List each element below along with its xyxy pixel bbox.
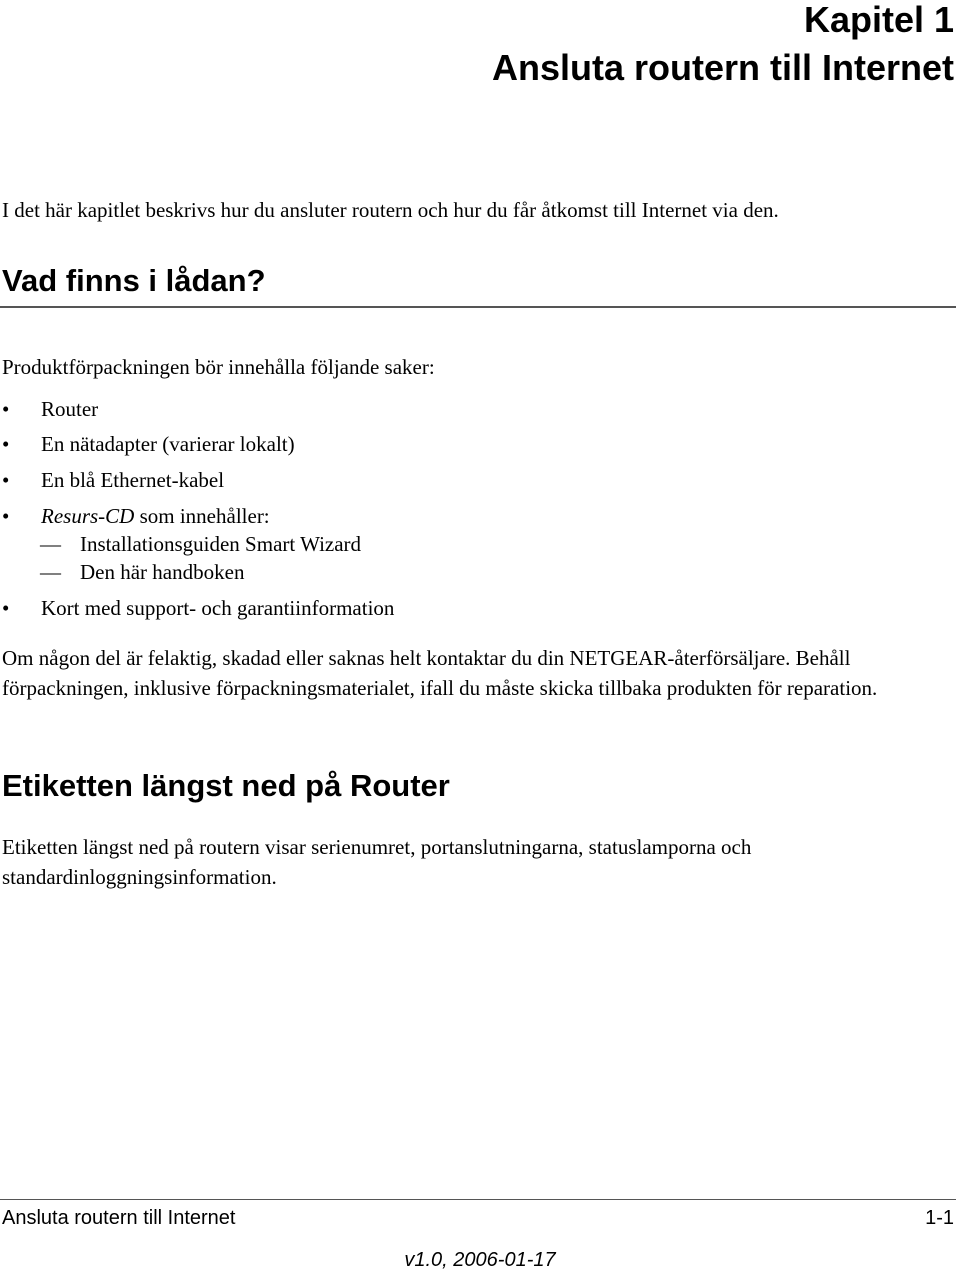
bullet-icon: • (2, 596, 10, 620)
bullet-icon: • (2, 468, 10, 492)
dash-icon: — (40, 560, 61, 584)
list-item-label: En blå Ethernet-kabel (41, 468, 225, 492)
bullet-icon: • (2, 504, 10, 528)
list-item-label: Router (41, 397, 99, 421)
label-paragraph: Etiketten längst ned på routern visar se… (2, 835, 752, 889)
sub-list-item: — Den här handboken (40, 558, 244, 586)
intro-paragraph: I det här kapitlet beskrivs hur du anslu… (2, 198, 779, 222)
footer-page-number: 1-1 (925, 1207, 954, 1229)
section-heading-box-contents: Vad finns i lådan? (2, 263, 266, 298)
section-heading-label: Etiketten längst ned på Router (2, 768, 450, 803)
list-item-label-rest: som innehåller: (134, 504, 270, 528)
bullet-icon: • (2, 432, 10, 456)
footer-chapter-title: Ansluta routern till Internet (2, 1207, 236, 1229)
heading-rule (0, 306, 956, 308)
missing-parts-paragraph: Om någon del är felaktig, skadad eller s… (2, 646, 878, 700)
resurs-cd-label: Resurs-CD (41, 504, 135, 528)
list-item-label: En nätadapter (varierar lokalt) (41, 432, 295, 456)
sub-list-item-label: Den här handboken (80, 560, 245, 584)
footer-rule (0, 1199, 956, 1200)
list-item-label: Kort med support- och garantiinformation (41, 596, 395, 620)
dash-icon: — (40, 532, 61, 556)
bullet-icon: • (2, 397, 10, 421)
sub-list-item: — Installationsguiden Smart Wizard (40, 530, 361, 558)
contents-lead: Produktförpackningen bör innehålla följa… (2, 355, 435, 379)
chapter-number: Kapitel 1 (803, 0, 954, 40)
sub-list-item-label: Installationsguiden Smart Wizard (80, 532, 362, 556)
list-item-label: Resurs-CD som innehåller: (41, 502, 270, 530)
footer-version: v1.0, 2006-01-17 (404, 1249, 556, 1271)
chapter-title: Ansluta routern till Internet (491, 47, 954, 88)
